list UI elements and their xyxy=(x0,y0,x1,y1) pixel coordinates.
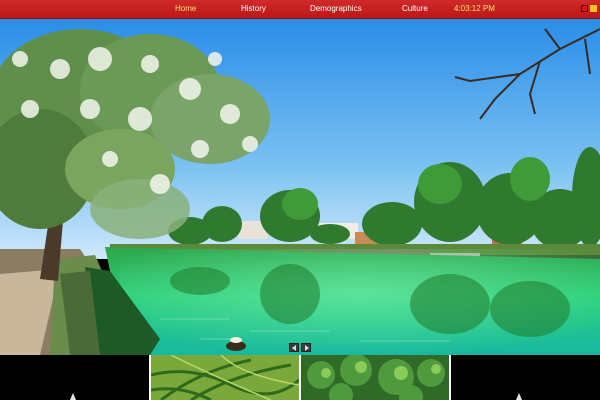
thumbnail-2[interactable] xyxy=(151,355,299,400)
thumbnail-3[interactable] xyxy=(301,355,449,400)
nav-demographics[interactable]: Demographics xyxy=(310,0,362,18)
prev-slide-button[interactable] xyxy=(289,343,299,352)
clock: 4:03:12 PM xyxy=(454,4,495,13)
nav-culture[interactable]: Culture xyxy=(402,0,428,18)
top-nav-bar: Home History Demographics Culture 4:03:1… xyxy=(0,0,600,19)
river-landscape-photo xyxy=(0,19,600,355)
nav-history[interactable]: History xyxy=(241,0,266,18)
thumbnail-strip xyxy=(0,355,600,400)
red-square-icon[interactable] xyxy=(581,5,588,12)
arrow-left-icon xyxy=(292,345,296,351)
yellow-square-icon[interactable] xyxy=(590,5,597,12)
thumbnail-4[interactable] xyxy=(451,355,600,400)
hero-image xyxy=(0,19,600,355)
arrow-right-icon xyxy=(305,345,309,351)
nav-home[interactable]: Home xyxy=(175,0,196,18)
thumbnail-1[interactable] xyxy=(0,355,149,400)
next-slide-button[interactable] xyxy=(301,343,311,352)
